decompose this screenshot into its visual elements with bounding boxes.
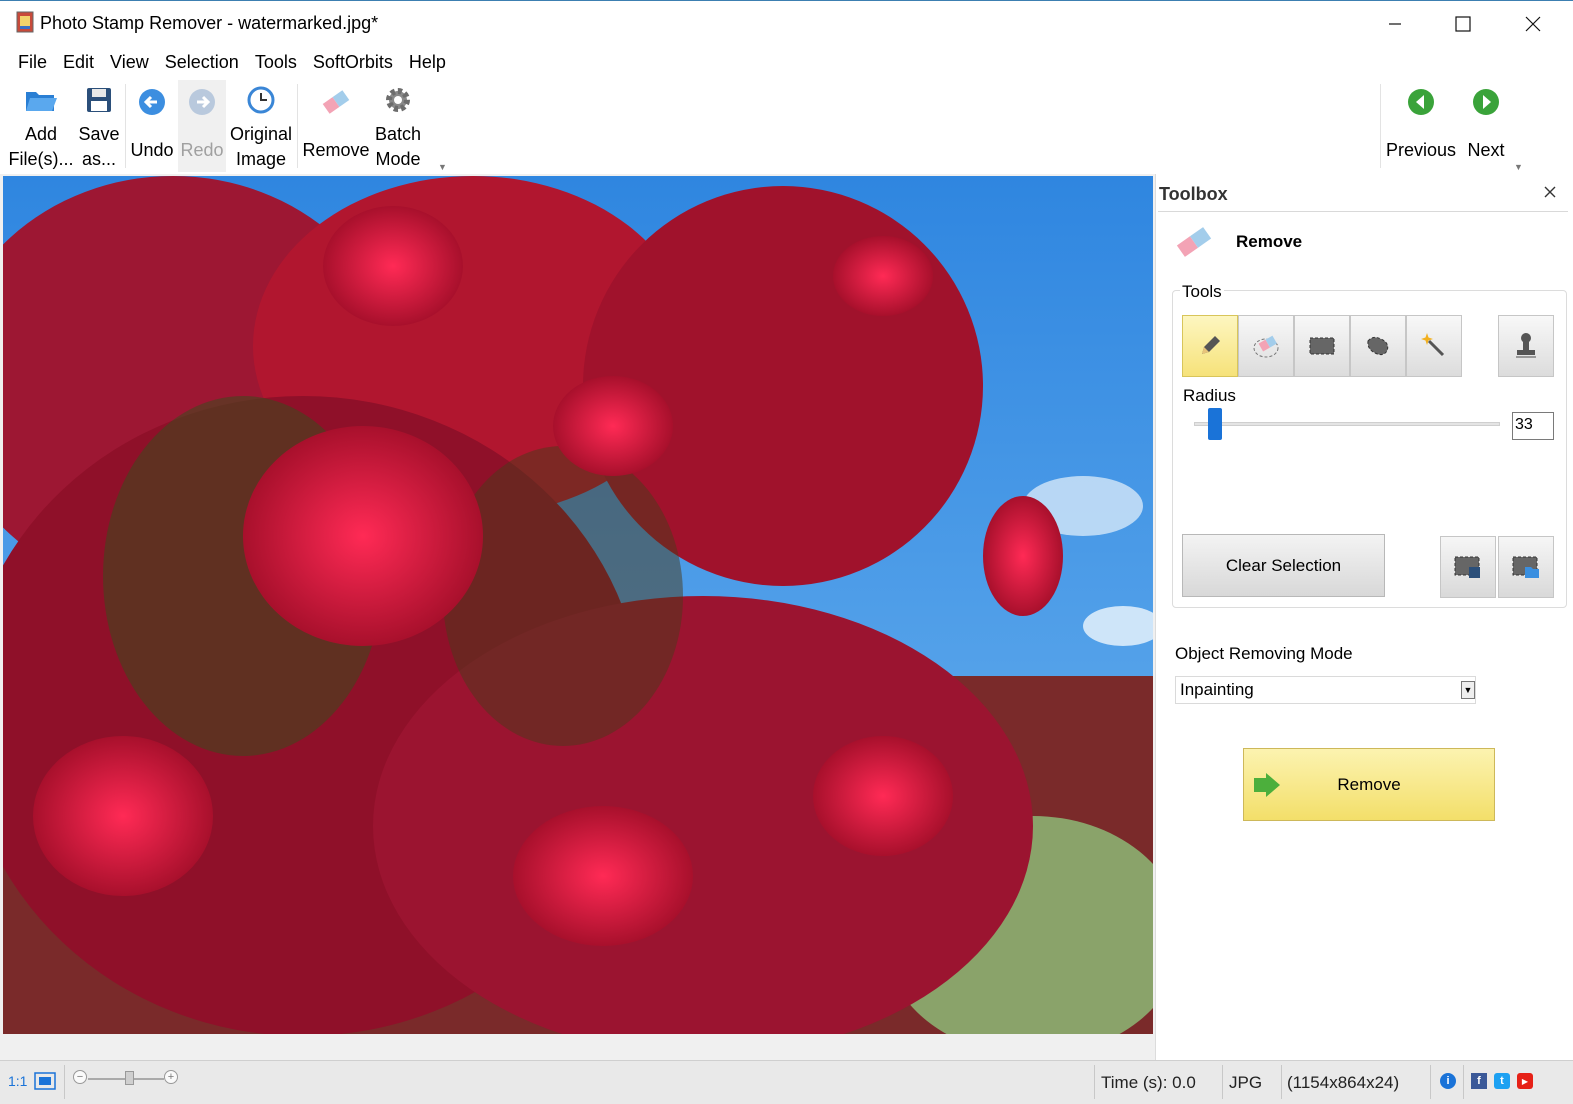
menu-help[interactable]: Help bbox=[401, 52, 454, 73]
menu-bar: File Edit View Selection Tools SoftOrbit… bbox=[0, 46, 1573, 78]
save-selection-button[interactable] bbox=[1440, 536, 1496, 598]
status-separator bbox=[1094, 1065, 1095, 1099]
photo-image[interactable] bbox=[3, 176, 1153, 1034]
chevron-down-icon[interactable]: ▼ bbox=[1461, 681, 1475, 699]
previous-button[interactable]: Previous bbox=[1384, 80, 1458, 172]
eraser-tool-button[interactable] bbox=[1238, 315, 1294, 377]
clock-icon bbox=[243, 84, 279, 116]
toolbox-panel: Toolbox Remove Tools Radius 33 Clear Sel… bbox=[1156, 174, 1573, 1060]
toolbar-separator bbox=[125, 84, 126, 168]
menu-selection[interactable]: Selection bbox=[157, 52, 247, 73]
zoom-in-icon[interactable]: + bbox=[164, 1070, 178, 1084]
radius-label: Radius bbox=[1183, 386, 1236, 405]
twitter-icon[interactable]: t bbox=[1494, 1073, 1510, 1089]
processing-time: Time (s): 0.0 bbox=[1101, 1073, 1196, 1092]
original-image-button[interactable]: Original Image bbox=[228, 80, 294, 172]
toolbar-separator bbox=[297, 84, 298, 168]
title-bar: Photo Stamp Remover - watermarked.jpg* bbox=[0, 0, 1573, 46]
menu-edit[interactable]: Edit bbox=[55, 52, 102, 73]
status-separator bbox=[1430, 1065, 1431, 1099]
folder-open-icon bbox=[23, 84, 59, 116]
removing-mode-label: Object Removing Mode bbox=[1175, 644, 1353, 663]
previous-arrow-icon bbox=[1403, 84, 1439, 120]
menu-tools[interactable]: Tools bbox=[247, 52, 305, 73]
toolbox-title: Toolbox bbox=[1159, 184, 1228, 204]
selection-eraser-icon bbox=[1253, 335, 1279, 358]
remove-arrow-icon bbox=[1254, 773, 1280, 797]
pencil-icon bbox=[1202, 336, 1220, 354]
redo-arrow-icon bbox=[184, 84, 220, 120]
fit-to-window-icon[interactable] bbox=[34, 1072, 56, 1090]
status-bar: 1:1 − + Time (s): 0.0 JPG (1154x864x24) … bbox=[0, 1060, 1573, 1104]
toolbox-divider bbox=[1158, 211, 1568, 212]
menu-view[interactable]: View bbox=[102, 52, 157, 73]
rectangle-select-tool-button[interactable] bbox=[1294, 315, 1350, 377]
magic-wand-tool-button[interactable] bbox=[1406, 315, 1462, 377]
menu-softorbits[interactable]: SoftOrbits bbox=[305, 52, 401, 73]
clear-selection-label: Clear Selection bbox=[1225, 555, 1342, 575]
save-selection-icon bbox=[1454, 556, 1480, 578]
undo-button[interactable]: Undo bbox=[128, 80, 176, 172]
maximize-button[interactable] bbox=[1440, 7, 1486, 41]
next-button[interactable]: Next bbox=[1462, 80, 1510, 172]
app-icon bbox=[16, 11, 34, 33]
undo-arrow-icon bbox=[134, 84, 170, 120]
info-icon[interactable]: i bbox=[1440, 1073, 1456, 1089]
status-separator bbox=[1281, 1065, 1282, 1099]
toolbar-overflow-icon[interactable]: ▼ bbox=[1514, 162, 1523, 172]
pencil-tool-button[interactable] bbox=[1182, 315, 1238, 377]
add-files-button[interactable]: Add File(s)... bbox=[9, 80, 74, 172]
toolbar-separator bbox=[1380, 84, 1381, 168]
stamp-icon bbox=[1516, 333, 1536, 358]
close-icon bbox=[1525, 16, 1541, 32]
eraser-icon bbox=[318, 84, 354, 120]
minimize-icon bbox=[1389, 23, 1401, 25]
zoom-slider-thumb[interactable] bbox=[125, 1071, 134, 1085]
remove-button[interactable]: Remove bbox=[1243, 748, 1495, 821]
image-canvas[interactable] bbox=[0, 174, 1156, 1060]
radius-value-input[interactable]: 33 bbox=[1512, 412, 1554, 440]
removing-mode-select[interactable]: Inpainting ▼ bbox=[1175, 676, 1476, 704]
remove-section-title: Remove bbox=[1236, 232, 1303, 251]
tools-label: Tools bbox=[1180, 282, 1224, 302]
actual-size-button[interactable]: 1:1 bbox=[8, 1073, 27, 1089]
magic-wand-icon bbox=[1421, 333, 1445, 357]
zoom-out-icon[interactable]: − bbox=[73, 1070, 87, 1084]
batch-mode-button[interactable]: Batch Mode bbox=[372, 80, 424, 172]
window-title: Photo Stamp Remover - watermarked.jpg* bbox=[40, 13, 379, 33]
removing-mode-value: Inpainting bbox=[1180, 680, 1254, 699]
clear-selection-button[interactable]: Clear Selection bbox=[1182, 534, 1385, 597]
load-selection-icon bbox=[1512, 556, 1539, 578]
lasso-icon bbox=[1367, 336, 1389, 356]
radius-slider-thumb[interactable] bbox=[1208, 408, 1223, 440]
load-selection-button[interactable] bbox=[1498, 536, 1554, 598]
floppy-disk-icon bbox=[81, 84, 117, 116]
toolbox-close-icon[interactable] bbox=[1542, 184, 1558, 200]
minimize-button[interactable] bbox=[1372, 7, 1418, 41]
remove-button-label: Remove bbox=[1337, 774, 1401, 794]
radius-slider-track[interactable] bbox=[1194, 422, 1500, 426]
redo-button[interactable]: Redo bbox=[178, 80, 226, 172]
status-separator bbox=[1463, 1065, 1464, 1099]
save-as-button[interactable]: Save as... bbox=[76, 80, 122, 172]
gear-icon bbox=[380, 84, 416, 116]
status-separator bbox=[64, 1065, 65, 1099]
toolbar-overflow-icon[interactable]: ▼ bbox=[438, 162, 447, 172]
status-separator bbox=[1222, 1065, 1223, 1099]
youtube-icon[interactable]: ▶ bbox=[1517, 1073, 1533, 1089]
maximize-icon bbox=[1455, 16, 1471, 32]
toolbar: Add File(s)... Save as... Undo Redo Orig… bbox=[0, 78, 1573, 174]
next-arrow-icon bbox=[1468, 84, 1504, 120]
lasso-tool-button[interactable] bbox=[1350, 315, 1406, 377]
stamp-tool-button[interactable] bbox=[1498, 315, 1554, 377]
rectangle-select-icon bbox=[1309, 337, 1335, 355]
close-button[interactable] bbox=[1510, 7, 1556, 41]
menu-file[interactable]: File bbox=[10, 52, 55, 73]
eraser-icon bbox=[1176, 227, 1212, 257]
image-dimensions: (1154x864x24) bbox=[1287, 1073, 1400, 1092]
facebook-icon[interactable]: f bbox=[1471, 1073, 1487, 1089]
image-format: JPG bbox=[1229, 1073, 1263, 1092]
remove-toolbar-button[interactable]: Remove bbox=[302, 80, 370, 172]
